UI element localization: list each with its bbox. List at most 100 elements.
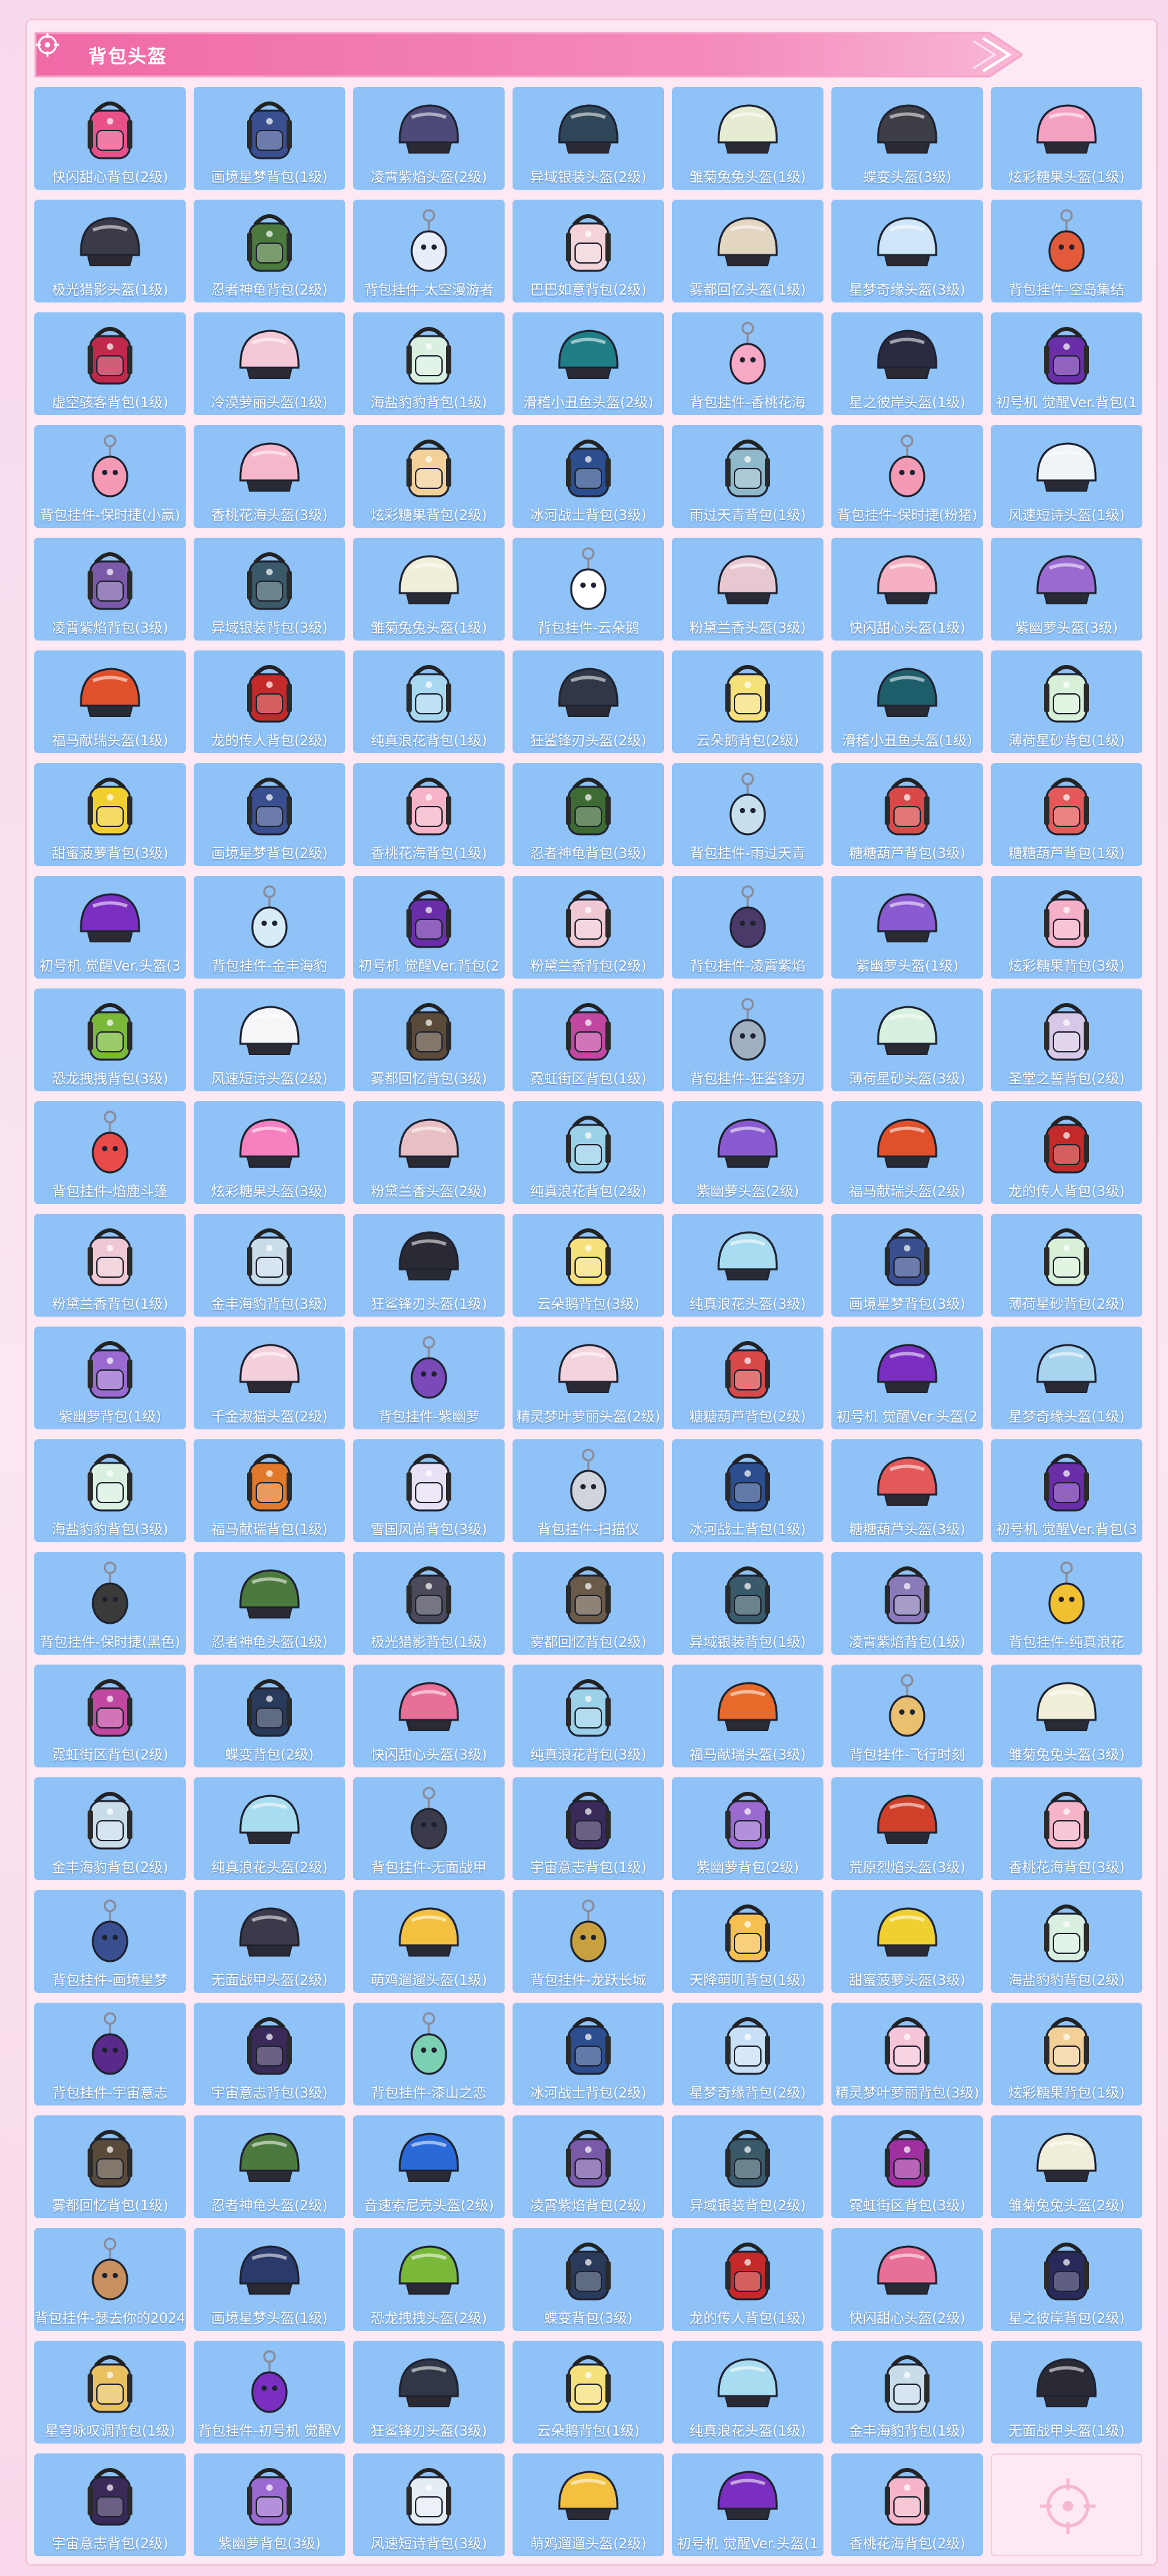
item-card[interactable]: 荒原烈焰头盔(3级) [831,1777,983,1880]
item-card[interactable]: 初号机 觉醒Ver.头盔(1 [672,2453,823,2556]
item-card[interactable]: 宇宙意志背包(1级) [513,1777,664,1880]
item-card[interactable]: 凌霄紫焰背包(1级) [831,1552,983,1655]
item-card[interactable]: 背包挂件-宇宙意志 [34,2003,186,2105]
item-card[interactable]: 薄荷星砂背包(1级) [991,650,1142,753]
item-card[interactable]: 纯真浪花头盔(3级) [672,1214,823,1317]
item-card[interactable]: 香桃花海背包(3级) [991,1777,1142,1880]
item-card[interactable]: 风速短诗头盔(1级) [991,425,1142,528]
item-card[interactable]: 画境星梦头盔(1级) [194,2228,345,2331]
item-card[interactable]: 蝶变背包(3级) [513,2228,664,2331]
item-card[interactable]: 福马献瑞头盔(3级) [672,1665,823,1767]
item-card[interactable]: 金丰海豹背包(1级) [831,2341,983,2444]
item-card[interactable]: 粉黛兰香头盔(3级) [672,538,823,641]
item-card[interactable]: 初号机 觉醒Ver.背包(2 [353,876,505,979]
item-card[interactable]: 凌霄紫焰背包(3级) [34,538,186,641]
item-card[interactable]: 狂鲨锋刃头盔(2级) [513,650,664,753]
item-card[interactable]: 星梦奇缘头盔(1级) [991,1327,1142,1429]
item-card[interactable]: 恐龙拽拽背包(3级) [34,988,186,1091]
item-card[interactable]: 狂鲨锋刃头盔(3级) [353,2341,505,2444]
item-card[interactable]: 异域银装头盔(2级) [513,87,664,190]
item-card[interactable]: 风速短诗头盔(2级) [194,988,345,1091]
item-card[interactable]: 紫幽萝头盔(2级) [672,1101,823,1204]
item-card[interactable]: 忍者神龟背包(2级) [194,200,345,302]
item-card[interactable]: 背包挂件-云朵鹅 [513,538,664,641]
item-card[interactable]: 云朵鹅背包(3级) [513,1214,664,1317]
item-card[interactable]: 无面战甲头盔(2级) [194,1890,345,1993]
item-card[interactable]: 恐龙拽拽头盔(2级) [353,2228,505,2331]
item-card[interactable]: 雾都回忆头盔(1级) [672,200,823,302]
item-card[interactable]: 冷漠萝丽头盔(1级) [194,312,345,415]
item-card[interactable]: 福马献瑞头盔(1级) [34,650,186,753]
item-card[interactable]: 异域银装背包(3级) [194,538,345,641]
item-card[interactable]: 天降萌叽背包(1级) [672,1890,823,1993]
item-card[interactable]: 炫彩糖果背包(3级) [991,876,1142,979]
item-card[interactable]: 背包挂件-金丰海豹 [194,876,345,979]
item-card[interactable]: 蝶变背包(2级) [194,1665,345,1767]
item-card[interactable]: 雏菊兔兔头盔(3级) [991,1665,1142,1767]
item-card[interactable]: 霓虹街区背包(1级) [513,988,664,1091]
item-card[interactable]: 糖糖葫芦背包(3级) [831,763,983,866]
item-card[interactable]: 云朵鹅背包(1级) [513,2341,664,2444]
item-card[interactable]: 紫幽萝背包(1级) [34,1327,186,1429]
item-card[interactable]: 背包挂件-初号机 觉醒V [194,2341,345,2444]
item-card[interactable]: 紫幽萝背包(3级) [194,2453,345,2556]
item-card[interactable]: 异域银装背包(2级) [672,2115,823,2218]
item-card[interactable]: 背包挂件-无面战甲 [353,1777,505,1880]
item-card[interactable]: 纯真浪花背包(1级) [353,650,505,753]
item-card[interactable]: 霓虹街区背包(2级) [34,1665,186,1767]
item-card[interactable]: 香桃花海背包(2级) [831,2453,983,2556]
item-card[interactable]: 背包挂件-瑟去你的2024 [34,2228,186,2331]
item-card[interactable]: 背包挂件-龙跃长城 [513,1890,664,1993]
item-card[interactable]: 背包挂件-漆山之恋 [353,2003,505,2105]
item-card[interactable]: 薄荷星砂背包(2级) [991,1214,1142,1317]
item-card[interactable]: 粉黛兰香背包(1级) [34,1214,186,1317]
item-card[interactable]: 冰河战士背包(3级) [513,425,664,528]
item-card[interactable]: 背包挂件-狂鲨锋刃 [672,988,823,1091]
item-card[interactable]: 滑稽小丑鱼头盔(1级) [831,650,983,753]
item-card[interactable]: 背包挂件-画境星梦 [34,1890,186,1993]
item-card[interactable]: 风速短诗背包(3级) [353,2453,505,2556]
item-card[interactable]: 龙的传人背包(3级) [991,1101,1142,1204]
item-card[interactable]: 龙的传人背包(2级) [194,650,345,753]
item-card[interactable]: 香桃花海背包(1级) [353,763,505,866]
item-card[interactable]: 紫幽萝头盔(3级) [991,538,1142,641]
item-card[interactable]: 炫彩糖果背包(2级) [353,425,505,528]
item-card[interactable]: 精灵梦叶萝丽头盔(2级) [513,1327,664,1429]
item-card[interactable]: 雨过天青背包(1级) [672,425,823,528]
item-card[interactable]: 凌霄紫焰头盔(2级) [353,87,505,190]
item-card[interactable]: 背包挂件-保时捷(黑色) [34,1552,186,1655]
item-card[interactable]: 背包挂件-保时捷(小赢) [34,425,186,528]
item-card[interactable]: 初号机 觉醒Ver.头盔(3 [34,876,186,979]
item-card[interactable]: 福马献瑞背包(1级) [194,1439,345,1542]
item-card[interactable]: 紫幽萝头盔(1级) [831,876,983,979]
item-card[interactable]: 雾都回忆背包(2级) [513,1552,664,1655]
item-card[interactable]: 宇宙意志背包(2级) [34,2453,186,2556]
item-card[interactable]: 糖糖葫芦背包(2级) [672,1327,823,1429]
item-card[interactable]: 炫彩糖果头盔(1级) [991,87,1142,190]
item-card[interactable]: 画境星梦背包(3级) [831,1214,983,1317]
item-card[interactable]: 霓虹街区背包(3级) [831,2115,983,2218]
item-card[interactable]: 巴巴如意背包(2级) [513,200,664,302]
item-card[interactable]: 福马献瑞头盔(2级) [831,1101,983,1204]
item-card[interactable]: 星梦奇缘头盔(3级) [831,200,983,302]
item-card[interactable]: 音速索尼克头盔(2级) [353,2115,505,2218]
item-card[interactable]: 雏菊兔兔头盔(1级) [672,87,823,190]
item-card[interactable]: 纯真浪花背包(3级) [513,1665,664,1767]
item-card[interactable]: 冰河战士背包(1级) [672,1439,823,1542]
item-card[interactable]: 忍者神龟头盔(2级) [194,2115,345,2218]
item-card[interactable]: 萌鸡遛遛头盔(1级) [353,1890,505,1993]
item-card[interactable]: 初号机 觉醒Ver.背包(3 [991,1439,1142,1542]
item-card[interactable]: 背包挂件-焰鹿斗篷 [34,1101,186,1204]
item-card[interactable]: 萌鸡遛遛头盔(2级) [513,2453,664,2556]
item-card[interactable]: 背包挂件-飞行时刻 [831,1665,983,1767]
item-card[interactable]: 快闪甜心头盔(1级) [831,538,983,641]
item-card[interactable]: 薄荷星砂头盔(3级) [831,988,983,1091]
item-card[interactable]: 粉黛兰香背包(2级) [513,876,664,979]
item-card[interactable]: 狂鲨锋刃头盔(1级) [353,1214,505,1317]
item-card[interactable]: 纯真浪花头盔(1级) [672,2341,823,2444]
item-card[interactable]: 快闪甜心头盔(2级) [831,2228,983,2331]
item-card[interactable]: 炫彩糖果头盔(3级) [194,1101,345,1204]
item-card[interactable]: 星之彼岸头盔(1级) [831,312,983,415]
item-card[interactable]: 精灵梦叶萝丽背包(3级) [831,2003,983,2105]
item-card[interactable]: 甜蜜菠萝背包(3级) [34,763,186,866]
